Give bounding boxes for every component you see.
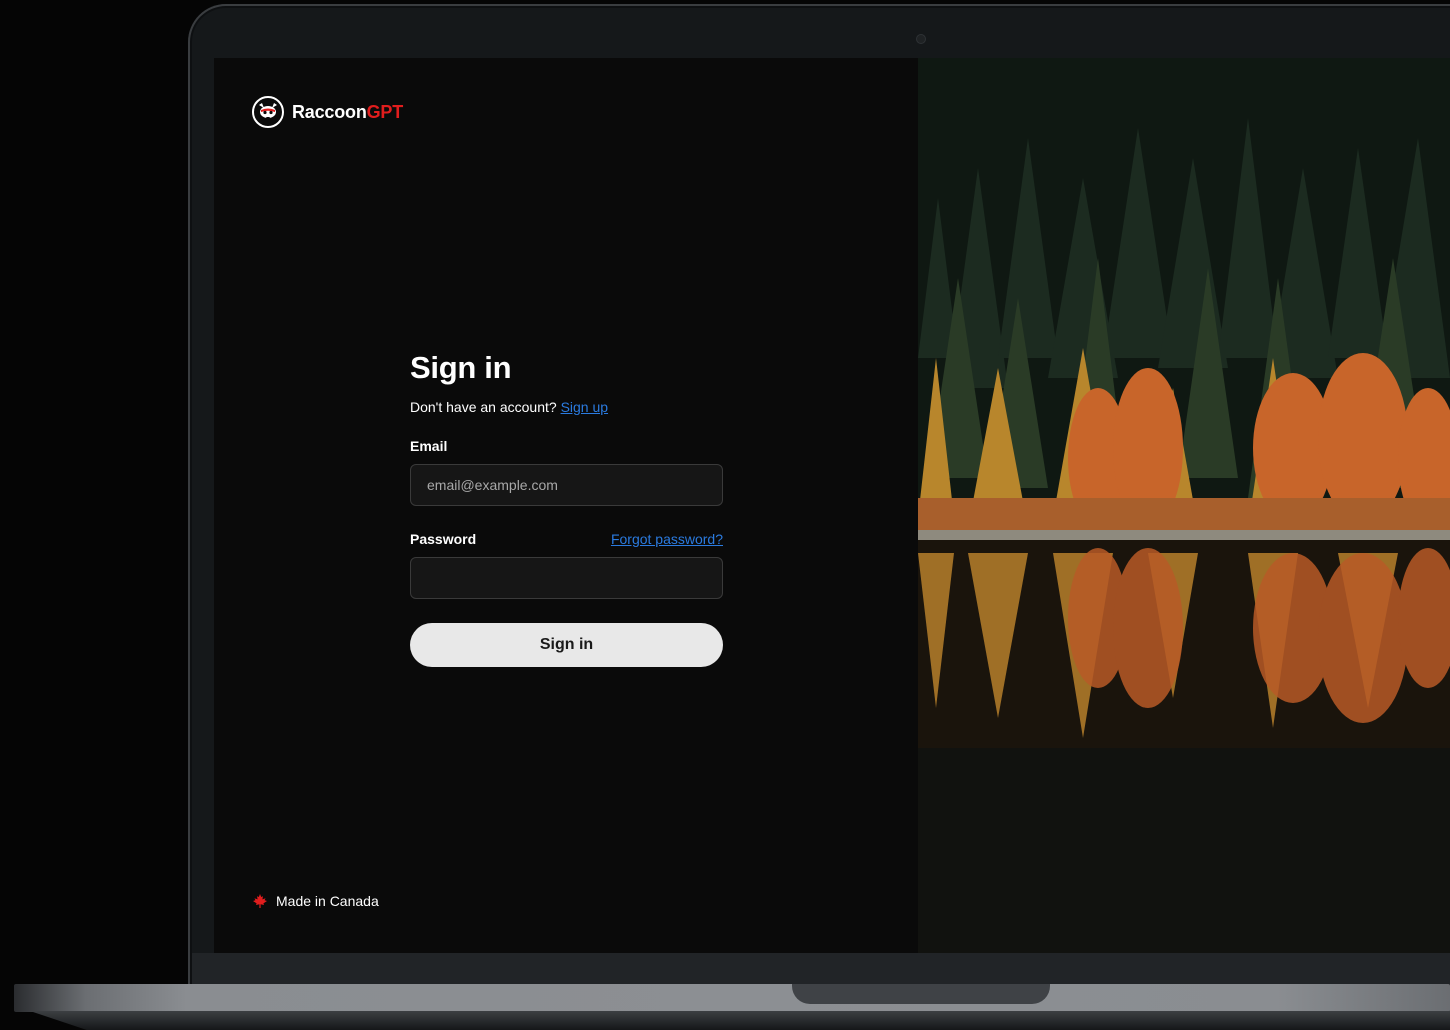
signup-link[interactable]: Sign up: [561, 399, 608, 415]
brand-name-accent: GPT: [366, 101, 404, 122]
signin-form: Sign in Don't have an account? Sign up E…: [410, 350, 723, 667]
footer-text: Made in Canada: [276, 893, 379, 909]
password-row: Password Forgot password?: [410, 531, 723, 547]
page-title: Sign in: [410, 350, 512, 385]
maple-leaf-icon: [253, 894, 267, 908]
footer: Made in Canada: [252, 893, 379, 909]
hero-photo: [918, 58, 1450, 953]
raccoon-icon: [252, 96, 284, 128]
screen: RaccoonGPT Sign in Don't have an account…: [214, 58, 1450, 953]
forest-lake-illustration: [918, 58, 1450, 953]
email-field[interactable]: [410, 464, 723, 506]
laptop-chin: [192, 953, 1450, 985]
forgot-password-link[interactable]: Forgot password?: [611, 531, 723, 547]
signup-prompt: Don't have an account? Sign up: [410, 399, 723, 415]
brand-name-main: Raccoon: [292, 101, 367, 122]
signup-prompt-text: Don't have an account?: [410, 399, 557, 415]
laptop-notch: [792, 984, 1050, 1004]
password-field[interactable]: [410, 557, 723, 599]
signin-button[interactable]: Sign in: [410, 623, 723, 667]
password-label: Password: [410, 531, 477, 547]
camera-icon: [916, 34, 926, 44]
laptop-base: [14, 984, 1450, 1012]
brand[interactable]: RaccoonGPT: [252, 96, 403, 128]
laptop-base-lower: [30, 1011, 1450, 1030]
email-label: Email: [410, 438, 448, 454]
brand-name: RaccoonGPT: [292, 102, 403, 123]
